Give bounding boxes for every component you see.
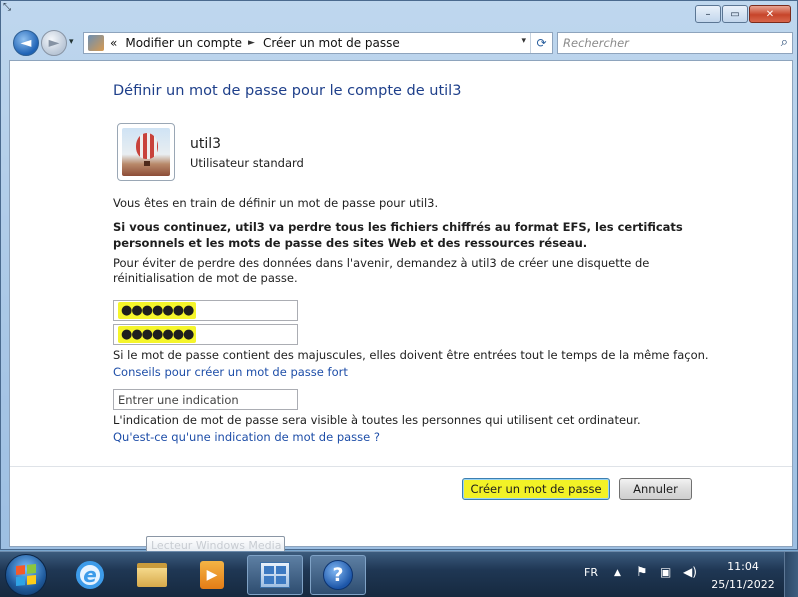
content-pane: Définir un mot de passe pour le compte d… <box>9 60 793 547</box>
start-button[interactable] <box>5 554 47 596</box>
divider <box>10 466 792 467</box>
address-dropdown-icon[interactable]: ▾ <box>521 36 526 46</box>
windows-logo-icon <box>16 563 36 587</box>
minimize-button[interactable]: – <box>695 5 721 23</box>
internet-explorer-icon: e <box>76 561 104 589</box>
taskbar-windows-media-player[interactable]: ▶ <box>184 555 240 595</box>
user-name: util3 <box>190 136 222 152</box>
create-password-button[interactable]: Créer un mot de passe <box>462 478 610 500</box>
action-center-flag-icon[interactable]: ⚑ <box>636 565 648 580</box>
control-panel-taskbar-icon <box>260 562 290 588</box>
navigation-bar: ◄ ► ▾ « Modifier un compte ► Créer un mo… <box>9 29 793 57</box>
folder-icon <box>137 563 167 587</box>
confirm-password-field[interactable]: ●●●●●●● <box>113 324 298 345</box>
forward-button[interactable]: ► <box>41 30 67 56</box>
network-icon[interactable]: ▣ <box>660 565 671 579</box>
taskbar-windows-explorer[interactable] <box>124 555 180 595</box>
taskbar-help[interactable]: ? <box>310 555 366 595</box>
address-bar[interactable]: « Modifier un compte ► Créer un mot de p… <box>83 32 553 54</box>
breadcrumb-overflow-icon[interactable]: « <box>110 36 117 50</box>
advice-text: Pour éviter de perdre des données dans l… <box>113 256 650 285</box>
language-indicator[interactable]: FR <box>584 566 598 579</box>
password-hint-field[interactable]: Entrer une indication <box>113 389 298 410</box>
hint-placeholder: Entrer une indication <box>118 392 239 407</box>
warning-text: Si vous continuez, util3 va perdre tous … <box>113 220 683 250</box>
search-input[interactable]: Rechercher ⌕ <box>557 32 793 54</box>
volume-icon[interactable]: ◀) <box>683 565 697 579</box>
balloon-basket <box>144 161 150 166</box>
control-panel-icon <box>88 35 104 51</box>
recent-pages-dropdown-icon[interactable]: ▾ <box>69 37 74 47</box>
caption-buttons: – ▭ ✕ <box>695 5 791 23</box>
media-player-icon: ▶ <box>200 561 224 589</box>
case-sensitivity-note: Si le mot de passe contient des majuscul… <box>113 348 709 362</box>
hot-air-balloon-picture <box>122 128 170 176</box>
balloon-shape <box>136 133 158 159</box>
close-button[interactable]: ✕ <box>749 5 791 23</box>
taskbar-internet-explorer[interactable]: e <box>62 555 118 595</box>
maximize-button[interactable]: ▭ <box>722 5 748 23</box>
resize-corner-icon: ⤡ <box>3 2 11 13</box>
cancel-button[interactable]: Annuler <box>619 478 692 500</box>
strong-password-link[interactable]: Conseils pour créer un mot de passe fort <box>113 365 348 379</box>
show-hidden-icons-icon[interactable]: ▲ <box>614 568 621 578</box>
search-placeholder: Rechercher <box>563 36 629 50</box>
back-button[interactable]: ◄ <box>13 30 39 56</box>
confirm-password-mask: ●●●●●●● <box>118 326 197 343</box>
avatar <box>117 123 175 181</box>
password-mask: ●●●●●●● <box>118 302 197 319</box>
breadcrumb-modify-account[interactable]: Modifier un compte <box>125 36 242 50</box>
show-desktop-button[interactable] <box>784 552 798 597</box>
control-panel-window: ⤡ – ▭ ✕ ◄ ► ▾ « Modifier un compte ► Cré… <box>0 0 798 550</box>
what-is-hint-link[interactable]: Qu'est-ce qu'une indication de mot de pa… <box>113 430 380 444</box>
page-title: Définir un mot de passe pour le compte d… <box>113 83 462 99</box>
taskbar: e ▶ ? FR ▲ ⚑ ▣ ◀) 11:04 25/11/2022 <box>0 551 798 597</box>
intro-text: Vous êtes en train de définir un mot de … <box>113 196 439 210</box>
breadcrumb-create-password[interactable]: Créer un mot de passe <box>263 36 400 50</box>
clock-time[interactable]: 11:04 <box>708 560 778 573</box>
hint-visibility-note: L'indication de mot de passe sera visibl… <box>113 413 641 427</box>
search-icon[interactable]: ⌕ <box>781 35 788 50</box>
help-icon: ? <box>323 560 353 590</box>
user-type: Utilisateur standard <box>190 156 304 170</box>
taskbar-control-panel[interactable] <box>247 555 303 595</box>
breadcrumb-separator-icon[interactable]: ► <box>248 38 255 48</box>
clock-date[interactable]: 25/11/2022 <box>708 578 778 591</box>
new-password-field[interactable]: ●●●●●●● <box>113 300 298 321</box>
refresh-icon[interactable]: ⟳ <box>530 33 552 53</box>
